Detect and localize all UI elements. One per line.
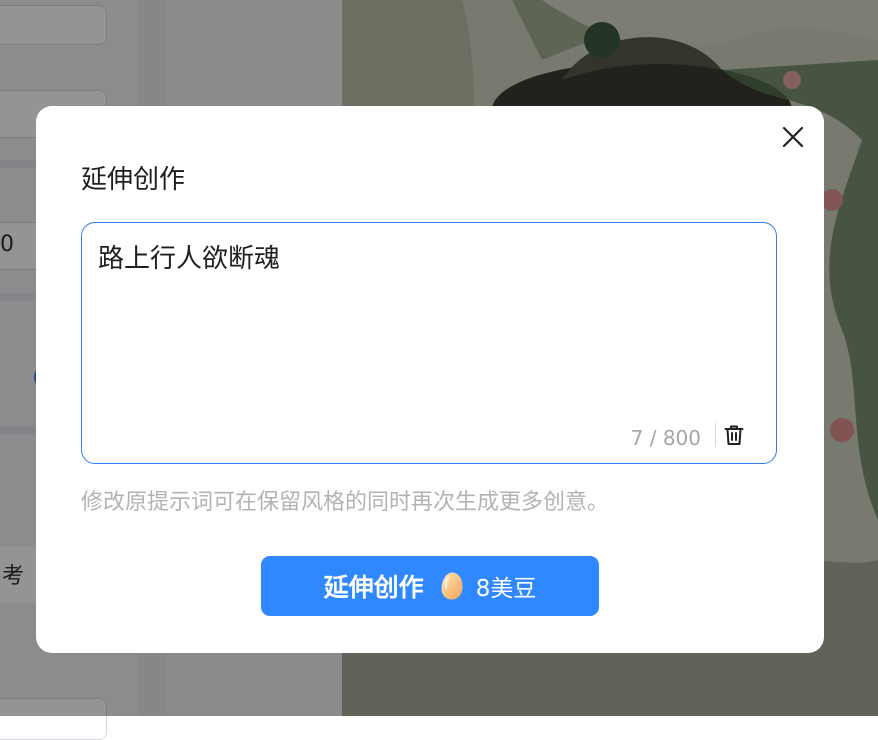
close-button[interactable] (775, 119, 811, 155)
prompt-textarea[interactable]: 路上行人欲断魂 7 / 800 (81, 222, 777, 464)
clear-prompt-button[interactable] (722, 422, 746, 448)
prompt-text[interactable]: 路上行人欲断魂 (98, 241, 280, 277)
character-counter: 7 / 800 (630, 426, 701, 450)
hint-text: 修改原提示词可在保留风格的同时再次生成更多创意。 (81, 490, 610, 515)
extend-creation-button[interactable]: 延伸创作 8美豆 (261, 556, 599, 616)
cost-label: 8美豆 (475, 576, 537, 602)
extend-creation-dialog: 延伸创作 路上行人欲断魂 7 / 800 修改原提示词可在保留风格的同时再次生成… (36, 106, 824, 653)
close-icon (782, 126, 804, 148)
counter-divider (715, 423, 716, 447)
trash-icon (724, 424, 744, 446)
extend-button-label: 延伸创作 (323, 573, 424, 602)
bean-icon (440, 571, 464, 601)
dialog-title: 延伸创作 (81, 165, 186, 195)
